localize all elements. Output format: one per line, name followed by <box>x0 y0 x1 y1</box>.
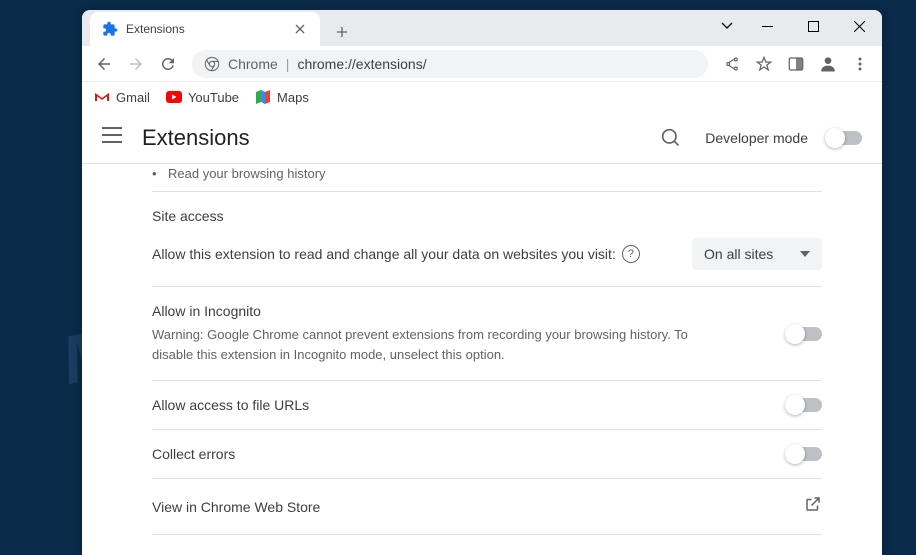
file-urls-toggle[interactable] <box>788 398 822 412</box>
help-icon[interactable]: ? <box>622 245 640 263</box>
profile-icon[interactable] <box>814 50 842 78</box>
menu-icon[interactable] <box>846 50 874 78</box>
collect-errors-section: Collect errors <box>152 429 822 478</box>
new-tab-button[interactable] <box>328 18 356 46</box>
collect-errors-label: Collect errors <box>152 446 235 462</box>
bookmark-youtube[interactable]: YouTube <box>166 89 239 105</box>
gmail-icon <box>94 89 110 105</box>
incognito-section: Allow in Incognito Warning: Google Chrom… <box>152 286 822 380</box>
source-section: Source <box>152 534 822 551</box>
address-separator: | <box>286 56 290 72</box>
address-path: chrome://extensions/ <box>297 56 426 72</box>
site-access-section: Site access Allow this extension to read… <box>152 191 822 286</box>
title-bar: Extensions <box>82 10 882 46</box>
window-controls <box>710 10 882 42</box>
maps-icon <box>255 89 271 105</box>
dropdown-value: On all sites <box>704 246 773 262</box>
web-store-label: View in Chrome Web Store <box>152 499 320 515</box>
search-icon[interactable] <box>657 124 685 152</box>
bookmark-label: Gmail <box>116 90 150 105</box>
bookmark-gmail[interactable]: Gmail <box>94 89 150 105</box>
close-tab-icon[interactable] <box>292 21 308 37</box>
share-icon[interactable] <box>718 50 746 78</box>
developer-mode-toggle[interactable] <box>828 131 862 145</box>
bookmark-maps[interactable]: Maps <box>255 89 309 105</box>
incognito-toggle[interactable] <box>788 327 822 341</box>
site-access-dropdown[interactable]: On all sites <box>692 238 822 270</box>
allow-extension-label: Allow this extension to read and change … <box>152 245 640 263</box>
content-area[interactable]: Read your browsing history Site access A… <box>82 164 882 551</box>
section-heading: Site access <box>152 208 822 224</box>
open-external-icon[interactable] <box>804 495 822 518</box>
file-urls-section: Allow access to file URLs <box>152 380 822 429</box>
forward-button[interactable] <box>122 50 150 78</box>
tab-title: Extensions <box>126 22 284 36</box>
star-icon[interactable] <box>750 50 778 78</box>
browser-tab[interactable]: Extensions <box>90 12 320 46</box>
reload-button[interactable] <box>154 50 182 78</box>
browser-window: Extensions <box>82 10 882 555</box>
bookmark-label: Maps <box>277 90 309 105</box>
hamburger-icon[interactable] <box>102 127 122 148</box>
extension-icon <box>102 21 118 37</box>
maximize-button[interactable] <box>790 10 836 42</box>
chrome-icon <box>204 56 220 72</box>
permission-item: Read your browsing history <box>152 164 822 191</box>
bookmark-label: YouTube <box>188 90 239 105</box>
extensions-header: Extensions Developer mode <box>82 112 882 164</box>
incognito-desc: Warning: Google Chrome cannot prevent ex… <box>152 325 732 364</box>
address-bar[interactable]: Chrome | chrome://extensions/ <box>192 50 708 78</box>
minimize-button[interactable] <box>744 10 790 42</box>
side-panel-icon[interactable] <box>782 50 810 78</box>
address-prefix: Chrome <box>228 56 278 72</box>
web-store-section[interactable]: View in Chrome Web Store <box>152 478 822 534</box>
file-urls-label: Allow access to file URLs <box>152 397 309 413</box>
youtube-icon <box>166 89 182 105</box>
toolbar: Chrome | chrome://extensions/ <box>82 46 882 82</box>
bookmarks-bar: Gmail YouTube Maps <box>82 82 882 112</box>
collect-errors-toggle[interactable] <box>788 447 822 461</box>
back-button[interactable] <box>90 50 118 78</box>
incognito-title: Allow in Incognito <box>152 303 732 319</box>
tab-search-icon[interactable] <box>710 10 744 42</box>
page-title: Extensions <box>142 125 250 151</box>
chevron-down-icon <box>800 251 810 257</box>
close-button[interactable] <box>836 10 882 42</box>
developer-mode-label: Developer mode <box>705 130 808 146</box>
